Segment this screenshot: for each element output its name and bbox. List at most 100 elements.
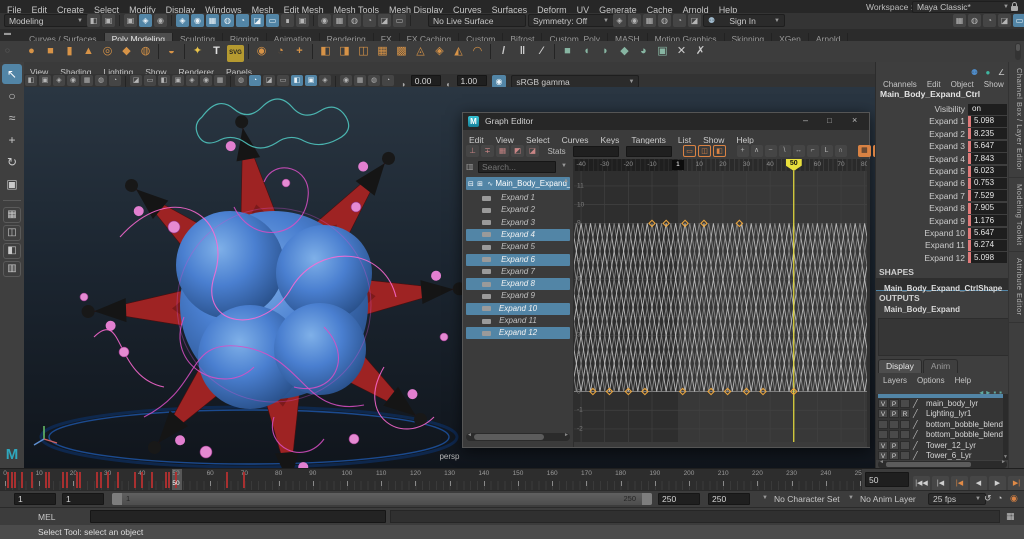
center-view-icon[interactable]: ◧ [713,145,727,157]
poly-plane-icon[interactable]: ◆ [118,43,135,60]
smooth-sculpt-icon[interactable]: ◖ [578,43,595,60]
type-tool-icon[interactable]: T [208,43,225,60]
lock-camera-icon[interactable]: ▣ [39,75,51,86]
modeling-toolkit-icon[interactable]: ▦ [953,14,966,27]
pre-infinity-icon[interactable]: ▦ [857,145,871,157]
mute-toggle-icon[interactable] [482,281,491,287]
select-component-icon[interactable]: ◉ [154,14,167,27]
animation-end-field[interactable] [708,493,750,505]
boolean-icon[interactable]: ◫ [355,43,372,60]
insert-key-icon[interactable]: ∓ [481,145,494,157]
poly-sphere-icon[interactable]: ● [23,43,40,60]
spline-tangent-icon[interactable]: ∧ [750,145,763,157]
poly-torus-icon[interactable]: ◎ [99,43,116,60]
anim-preferences-icon[interactable]: ◔ [997,493,1002,503]
ipr-render-icon[interactable]: ◍ [658,14,671,27]
joint-tool-icon[interactable]: ◉ [253,43,270,60]
super-shape-icon[interactable]: ✦ [189,43,206,60]
layer-color-swatch[interactable]: ╱ [913,420,924,429]
live-surface-field[interactable]: No Live Surface [428,14,526,27]
layer-visibility-toggle[interactable]: V [878,399,888,408]
grease-pencil-icon[interactable]: ◔ [109,75,121,86]
modeling-op-icon-3[interactable]: ◍ [348,14,361,27]
mute-toggle-icon[interactable] [482,318,491,324]
layer-visibility-toggle[interactable] [878,430,888,440]
open-render-view-icon[interactable]: ◉ [628,14,641,27]
layer-playback-toggle[interactable]: P [889,399,899,408]
layer-color-swatch[interactable]: ╱ [913,409,924,418]
layer-row[interactable]: ╱bottom_bobble_blendshape [878,430,1007,440]
layer-row[interactable]: ╱bottom_bobble_blendshape [878,419,1007,430]
snap-grid-icon[interactable]: ◈ [176,14,189,27]
channel-row-expand-12[interactable]: Expand 12 [466,327,570,340]
channel-attr-value-field[interactable]: 7.905 [968,202,1007,214]
tool-settings-icon[interactable]: ▭ [1013,14,1024,27]
stats-field-1[interactable] [573,145,620,157]
snap-projected-center-icon[interactable]: ◍ [221,14,234,27]
mute-toggle-icon[interactable] [482,330,491,336]
undo-view-icon[interactable]: ◧ [87,14,100,27]
resolution-gate-icon[interactable]: ◧ [158,75,170,86]
motion-blur-icon[interactable]: ◈ [319,75,331,86]
attribute-editor-toggle-icon[interactable]: ◪ [998,14,1011,27]
channel-attr-value-field[interactable]: 1.176 [968,215,1007,227]
pinch-sculpt-icon[interactable]: ◕ [635,43,652,60]
layer-reference-toggle[interactable] [900,451,910,460]
playback-options-icon[interactable]: ↺ [984,493,992,504]
current-time-marker[interactable]: 50 [785,159,802,171]
channel-attr-value-field[interactable]: 5.098 [968,115,1007,127]
snap-point-icon[interactable]: ▦ [206,14,219,27]
image-plane-icon[interactable]: ▦ [81,75,93,86]
lock-selection-icon[interactable]: ∎ [281,14,294,27]
side-tab-attribute-editor[interactable]: Attribute Editor [1009,252,1024,323]
move-nearest-key-icon[interactable]: ⊥ [466,145,479,157]
command-language-button[interactable]: MEL [38,512,55,522]
channel-row-expand-10[interactable]: Expand 10 [466,302,570,315]
exposure-field[interactable] [410,75,441,86]
channel-box-object-name[interactable]: Main_Body_Expand_Ctrl [880,89,980,99]
bridge-icon[interactable]: ◠ [469,43,486,60]
mute-toggle-icon[interactable] [482,293,491,299]
channel-row-expand-6[interactable]: Expand 6 [466,253,570,266]
arnold-render-icon[interactable]: ◪ [688,14,701,27]
collapse-icon[interactable]: ⊟ [468,181,474,188]
time-slider[interactable]: 0102030405060708090100110120130140150160… [0,468,862,491]
anim-layer-selector[interactable]: No Anim Layer [860,494,916,504]
four-pane-layout[interactable]: ◫ [3,225,21,241]
shaded-icon[interactable]: ◔ [249,75,261,86]
layer-playback-toggle[interactable]: P [889,451,899,460]
auto-tangent-icon[interactable]: + [736,145,749,157]
close-icon[interactable]: × [852,115,857,125]
region-key-icon[interactable]: ◩ [511,145,524,157]
snap-together-icon[interactable]: ▭ [266,14,279,27]
smooth-icon[interactable]: ▦ [374,43,391,60]
channel-attr-value-field[interactable]: 6.023 [968,165,1007,177]
shelf-scrollbar[interactable] [1015,43,1021,60]
layer-color-swatch[interactable]: ╱ [913,430,924,439]
channel-attr-value-field[interactable]: 7.529 [968,190,1007,202]
layer-reference-toggle[interactable]: R [900,409,910,419]
highlight-selection-icon[interactable]: ▣ [296,14,309,27]
frame-all-icon[interactable]: ▭ [683,145,697,157]
character-set-selector[interactable]: No Character Set [774,494,840,504]
scale-tool[interactable]: ▣ [2,174,22,194]
modeling-op-icon-6[interactable]: ▭ [393,14,406,27]
channel-row-expand-3[interactable]: Expand 3 [466,217,570,229]
layer-visibility-toggle[interactable] [878,419,888,429]
layer-reference-toggle[interactable] [900,399,910,408]
mute-toggle-icon[interactable] [482,207,491,213]
playback-end-field[interactable] [658,493,700,505]
chevron-down-icon[interactable]: ▼ [762,495,768,501]
render-setup-icon[interactable]: ◈ [613,14,626,27]
poly-disc-icon[interactable]: ◍ [137,43,154,60]
channel-attr-value-field[interactable]: on [968,103,1007,115]
lattice-deform-keys-icon[interactable]: ▦ [496,145,509,157]
frame-playback-icon[interactable]: ◫ [698,145,712,157]
output-name[interactable]: Main_Body_Expand [884,305,960,314]
symmetry-selector[interactable]: Symmetry: Off ▼ [528,14,614,27]
insert-edge-loop-icon[interactable]: ‖ [514,43,531,60]
mirror-icon[interactable]: ◭ [450,43,467,60]
poly-cone-icon[interactable]: ▲ [80,43,97,60]
screen-space-ao-icon[interactable]: ▣ [305,75,317,86]
modeling-op-icon-1[interactable]: ◉ [318,14,331,27]
